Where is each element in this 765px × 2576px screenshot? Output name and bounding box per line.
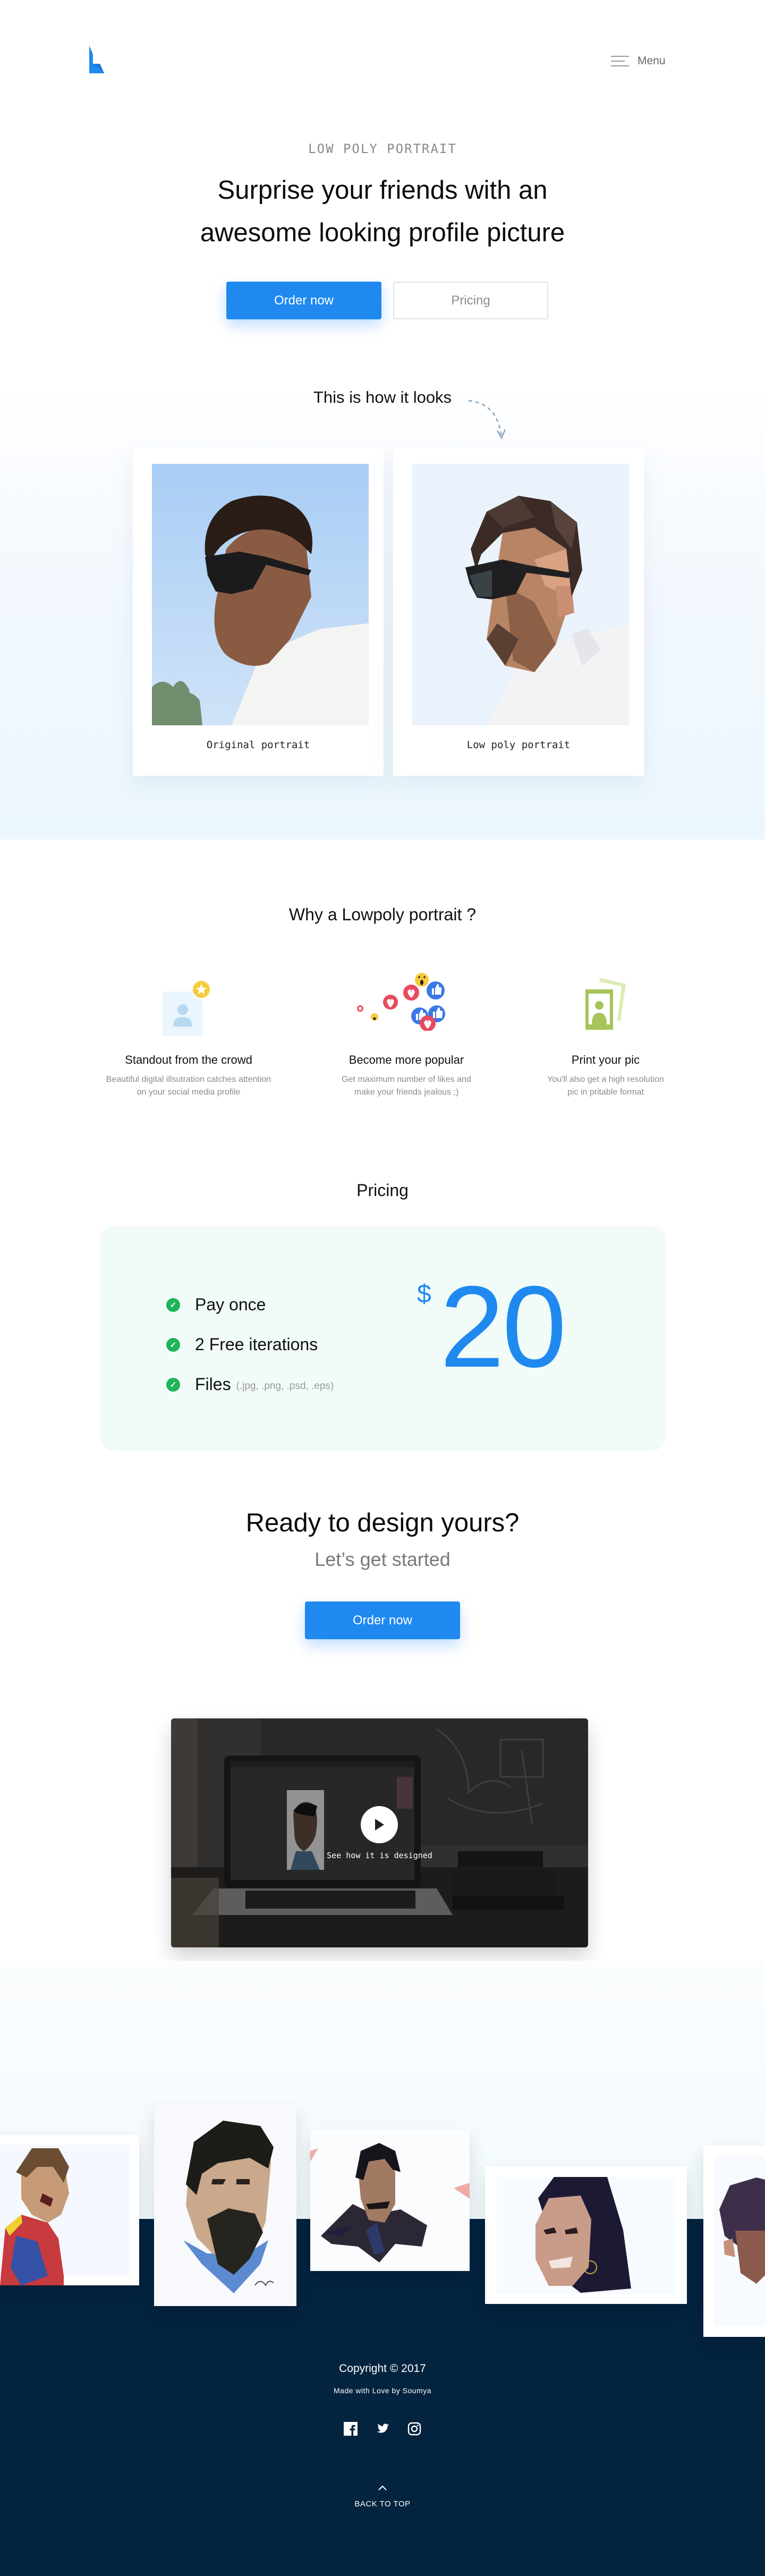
- menu-button[interactable]: Menu: [611, 53, 666, 69]
- pricing-section-title: Pricing: [356, 1181, 409, 1200]
- feature-description: You'll also get a high resolution pic in…: [505, 1073, 707, 1099]
- feature-desc-line: You'll also get a high resolution: [547, 1075, 664, 1084]
- headline-line-1: Surprise your friends with an: [217, 176, 548, 205]
- headline-line-2: awesome looking profile picture: [200, 218, 565, 247]
- order-now-button[interactable]: Order now: [226, 282, 381, 319]
- reactions-icon: [357, 973, 445, 1031]
- feature-title: Become more popular: [348, 1053, 464, 1066]
- social-links: [0, 2422, 765, 2436]
- why-section-title: Why a Lowpoly portrait ?: [288, 905, 477, 924]
- feature-desc-line: pic in pritable format: [567, 1088, 644, 1097]
- gallery-card-footballer[interactable]: [0, 2135, 139, 2285]
- menu-label: Menu: [638, 55, 666, 67]
- check-icon: ✓: [166, 1337, 180, 1352]
- feature-desc-line: make your friends jealous ;): [354, 1088, 459, 1097]
- pricing-item-note: (.jpg, .png, .psd, .eps): [236, 1380, 334, 1392]
- back-to-top-label: BACK TO TOP: [354, 2499, 411, 2509]
- lowpoly-logo-icon[interactable]: [89, 46, 119, 73]
- profile-star-icon: [163, 979, 211, 1036]
- gallery-card-actor[interactable]: [310, 2130, 470, 2271]
- dashed-arrow-icon: [468, 400, 506, 439]
- hamburger-icon: [611, 56, 629, 66]
- hero-eyebrow: LOW POLY PORTRAIT: [308, 141, 457, 156]
- pricing-features-list: ✓ Pay once ✓ 2 Free iterations ✓ Files (…: [166, 1285, 334, 1404]
- pricing-item-label: 2 Free iterations: [195, 1335, 318, 1354]
- hero-headline: Surprise your friends with an awesome lo…: [0, 169, 765, 254]
- feature-description: Beautiful digital illsutration catches a…: [88, 1073, 290, 1099]
- instagram-icon[interactable]: [407, 2422, 421, 2436]
- feature-standout: Standout from the crowd Beautiful digita…: [88, 978, 290, 1099]
- made-with-love-text: Made with Love by Soumya: [334, 2386, 431, 2395]
- pricing-card: ✓ Pay once ✓ 2 Free iterations ✓ Files (…: [100, 1226, 666, 1451]
- feature-desc-line: Beautiful digital illsutration catches a…: [106, 1075, 271, 1084]
- cta-title: Ready to design yours?: [245, 1509, 520, 1537]
- gallery-card-woman[interactable]: [485, 2166, 687, 2304]
- feature-print: Print your pic You'll also get a high re…: [505, 978, 707, 1099]
- comparison-title: This is how it looks: [313, 388, 452, 406]
- print-photo-icon: [585, 978, 626, 1030]
- portrait-actor: [310, 2130, 470, 2271]
- lowpoly-portrait-caption: Low poly portrait: [466, 739, 571, 751]
- check-icon: ✓: [166, 1377, 180, 1392]
- original-portrait-card: Original portrait: [133, 448, 384, 776]
- portrait-man: [714, 2156, 765, 2326]
- pricing-item: ✓ Files (.jpg, .png, .psd, .eps): [166, 1365, 334, 1404]
- facebook-icon[interactable]: [344, 2422, 358, 2436]
- play-icon: [375, 1819, 384, 1831]
- video-player[interactable]: See how it is designed: [171, 1718, 588, 1947]
- chevron-up-icon: [329, 2482, 436, 2494]
- portrait-cricketer: [154, 2105, 296, 2306]
- pricing-item-label: Pay once: [195, 1295, 266, 1314]
- gallery-card-man[interactable]: [703, 2146, 765, 2337]
- feature-description: Get maximum number of likes and make you…: [305, 1073, 507, 1099]
- price-currency: $: [417, 1280, 431, 1308]
- feature-popular: Become more popular Get maximum number o…: [305, 973, 507, 1099]
- video-label: See how it is designed: [327, 1851, 432, 1860]
- play-button[interactable]: [361, 1806, 398, 1843]
- price-amount: 20: [440, 1262, 566, 1392]
- copyright-text: Copyright © 2017: [339, 2362, 426, 2375]
- lowpoly-portrait-card: Low poly portrait: [393, 448, 644, 776]
- feature-desc-line: Get maximum number of likes and: [342, 1075, 471, 1084]
- pricing-item: ✓ Pay once: [166, 1285, 334, 1325]
- lowpoly-photo: [412, 464, 629, 725]
- feature-title: Print your pic: [571, 1053, 640, 1066]
- pricing-button[interactable]: Pricing: [393, 282, 548, 319]
- feature-desc-line: on your social media profile: [137, 1088, 241, 1097]
- check-icon: ✓: [166, 1298, 180, 1312]
- pricing-item: ✓ 2 Free iterations: [166, 1325, 334, 1365]
- pricing-item-label: Files: [195, 1375, 231, 1394]
- twitter-icon[interactable]: [376, 2422, 389, 2436]
- cta-order-now-button[interactable]: Order now: [305, 1601, 460, 1639]
- gallery-card-cricketer[interactable]: [154, 2105, 296, 2306]
- feature-title: Standout from the crowd: [125, 1053, 252, 1066]
- back-to-top-link[interactable]: BACK TO TOP: [329, 2482, 436, 2509]
- portrait-footballer: [0, 2148, 69, 2285]
- cta-subtitle: Let’s get started: [314, 1548, 450, 1570]
- portrait-woman: [497, 2177, 675, 2294]
- original-photo: [152, 464, 369, 725]
- original-portrait-caption: Original portrait: [206, 739, 310, 751]
